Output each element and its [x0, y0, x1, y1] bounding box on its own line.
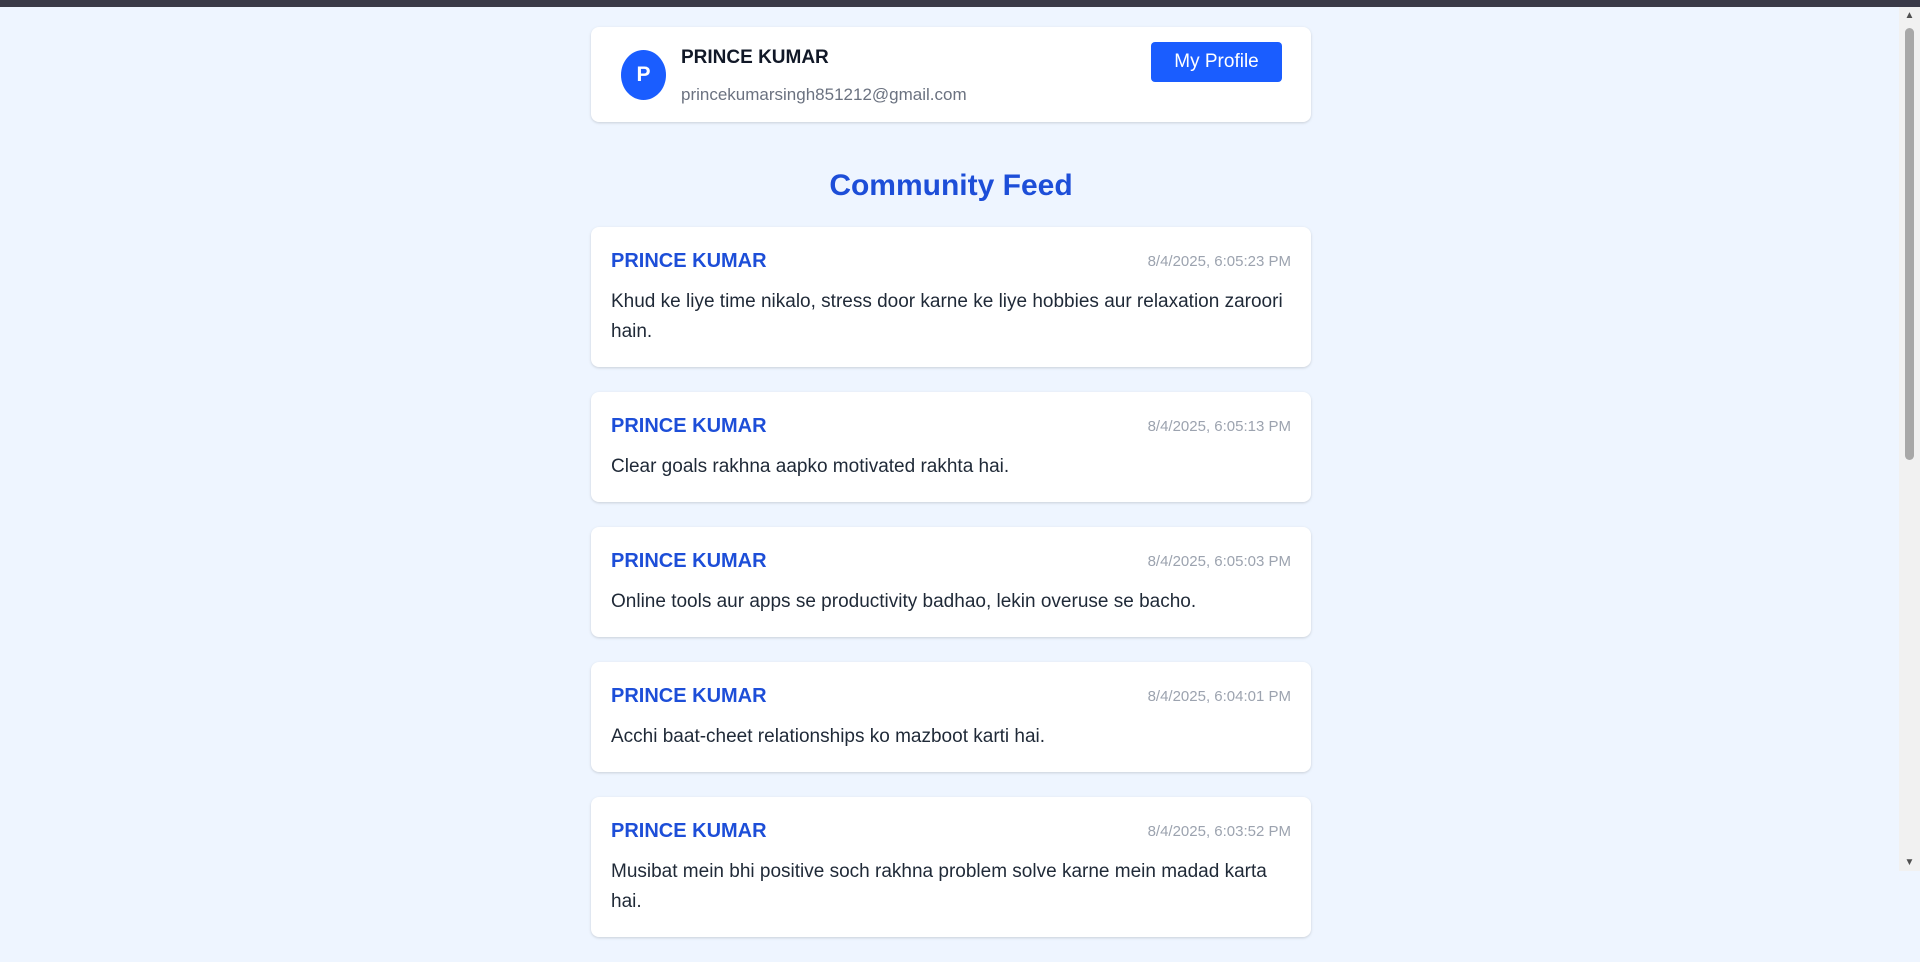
profile-card: P PRINCE KUMAR princekumarsingh851212@gm… — [591, 27, 1311, 122]
browser-top-bar — [0, 0, 1920, 7]
page-title: Community Feed — [829, 169, 1073, 202]
post-author: PRINCE KUMAR — [611, 249, 767, 272]
post-card: PRINCE KUMAR 8/4/2025, 6:03:52 PM Musiba… — [591, 797, 1311, 937]
post-timestamp: 8/4/2025, 6:05:13 PM — [1147, 417, 1291, 435]
post-content: Khud ke liye time nikalo, stress door ka… — [611, 291, 1283, 342]
scrollbar-thumb[interactable] — [1905, 28, 1914, 460]
profile-email: princekumarsingh851212@gmail.com — [681, 85, 967, 104]
post-content: Acchi baat-cheet relationships ko mazboo… — [611, 726, 1046, 747]
post-header: PRINCE KUMAR 8/4/2025, 6:03:52 PM — [611, 820, 1291, 842]
post-timestamp: 8/4/2025, 6:05:03 PM — [1147, 552, 1291, 570]
post-content: Clear goals rakhna aapko motivated rakht… — [611, 456, 1010, 477]
post-header: PRINCE KUMAR 8/4/2025, 6:04:01 PM — [611, 685, 1291, 707]
post-author: PRINCE KUMAR — [611, 819, 767, 842]
post-card: PRINCE KUMAR 8/4/2025, 6:05:13 PM Clear … — [591, 392, 1311, 502]
feed-list: PRINCE KUMAR 8/4/2025, 6:05:23 PM Khud k… — [591, 227, 1311, 937]
main-content: P PRINCE KUMAR princekumarsingh851212@gm… — [591, 27, 1311, 962]
post-author: PRINCE KUMAR — [611, 684, 767, 707]
post-header: PRINCE KUMAR 8/4/2025, 6:05:23 PM — [611, 250, 1291, 272]
post-timestamp: 8/4/2025, 6:05:23 PM — [1147, 252, 1291, 270]
post-timestamp: 8/4/2025, 6:04:01 PM — [1147, 687, 1291, 705]
vertical-scrollbar[interactable]: ▲ ▼ — [1899, 7, 1920, 871]
post-header: PRINCE KUMAR 8/4/2025, 6:05:03 PM — [611, 550, 1291, 572]
post-content: Musibat mein bhi positive soch rakhna pr… — [611, 861, 1267, 912]
post-header: PRINCE KUMAR 8/4/2025, 6:05:13 PM — [611, 415, 1291, 437]
scroll-down-arrow-icon[interactable]: ▼ — [1899, 854, 1920, 871]
post-author: PRINCE KUMAR — [611, 549, 767, 572]
post-card: PRINCE KUMAR 8/4/2025, 6:05:03 PM Online… — [591, 527, 1311, 637]
profile-name: PRINCE KUMAR — [681, 47, 829, 68]
post-content: Online tools aur apps se productivity ba… — [611, 591, 1197, 612]
post-author: PRINCE KUMAR — [611, 414, 767, 437]
post-timestamp: 8/4/2025, 6:03:52 PM — [1147, 822, 1291, 840]
post-card: PRINCE KUMAR 8/4/2025, 6:05:23 PM Khud k… — [591, 227, 1311, 367]
my-profile-button[interactable]: My Profile — [1151, 42, 1282, 82]
post-card: PRINCE KUMAR 8/4/2025, 6:04:01 PM Acchi … — [591, 662, 1311, 772]
scroll-up-arrow-icon[interactable]: ▲ — [1899, 7, 1920, 24]
avatar: P — [621, 50, 666, 100]
